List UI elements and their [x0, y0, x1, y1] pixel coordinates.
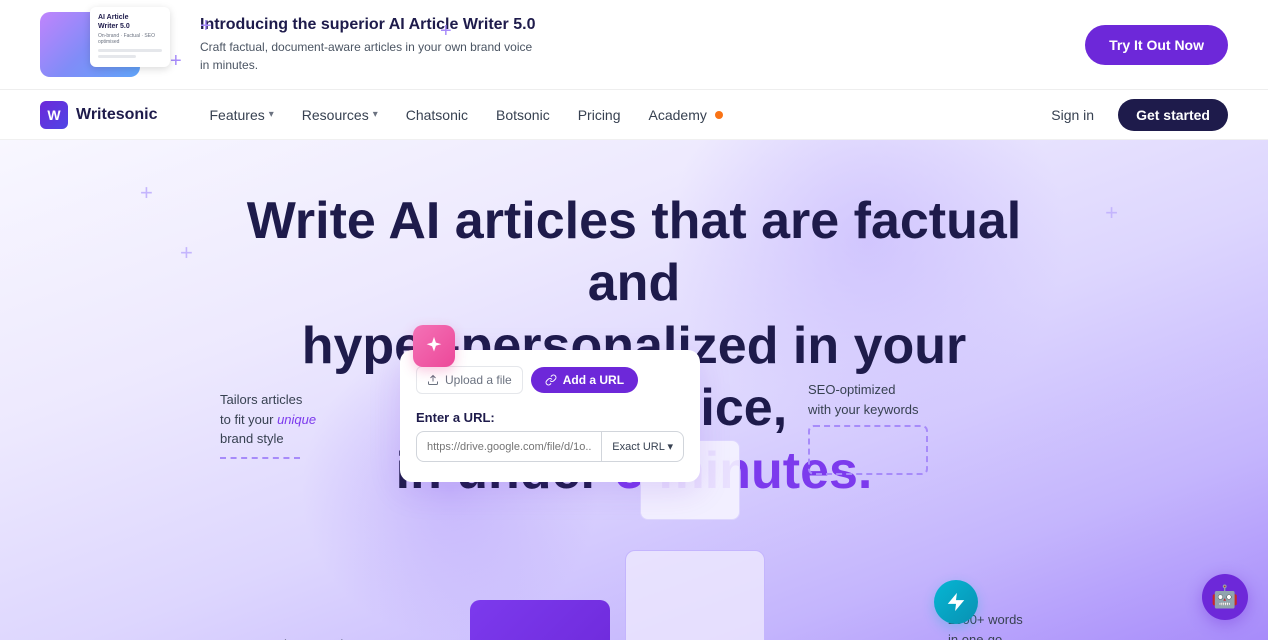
nav-item-academy[interactable]: Academy	[637, 101, 735, 129]
float-icon-sparkle	[413, 325, 455, 367]
deco-plus-3: +	[440, 20, 452, 43]
navbar: W Writesonic Features ▾ Resources ▾ Chat…	[0, 90, 1268, 140]
nav-item-features[interactable]: Features ▾	[198, 101, 286, 129]
bottom-card-purple	[470, 600, 610, 640]
nav-item-chatsonic[interactable]: Chatsonic	[394, 101, 480, 129]
annotation-seo-text: SEO-optimizedwith your keywords	[808, 380, 928, 419]
url-field: Exact URL ▾	[416, 431, 684, 462]
banner-card-bar	[98, 49, 162, 52]
nav-notification-dot	[715, 111, 723, 119]
url-input-container: Enter a URL: Exact URL ▾	[416, 406, 684, 466]
sign-in-button[interactable]: Sign in	[1039, 101, 1106, 129]
banner-illustration: AI ArticleWriter 5.0 On-brand · Factual …	[40, 7, 170, 82]
logo[interactable]: W Writesonic	[40, 101, 158, 129]
url-field-label: Enter a URL:	[416, 410, 684, 425]
chat-bubble-button[interactable]: 🤖	[1202, 574, 1248, 620]
banner-card: AI ArticleWriter 5.0 On-brand · Factual …	[90, 7, 170, 67]
url-input-card: Upload a file Add a URL Enter a URL: Exa…	[400, 350, 700, 482]
nav-item-botsonic[interactable]: Botsonic	[484, 101, 562, 129]
tab-upload-file[interactable]: Upload a file	[416, 366, 523, 394]
nav-label-chatsonic: Chatsonic	[406, 107, 468, 123]
dashed-line-brand	[220, 457, 300, 459]
dashed-rect-seo	[808, 425, 928, 475]
nav-item-resources[interactable]: Resources ▾	[290, 101, 390, 129]
chevron-down-icon: ▾	[269, 109, 274, 120]
get-started-button[interactable]: Get started	[1118, 99, 1228, 131]
hero-headline-1: Write AI articles that are factual and	[247, 192, 1022, 312]
exact-url-button[interactable]: Exact URL ▾	[601, 432, 683, 461]
url-tab-label: Add a URL	[563, 373, 624, 387]
nav-label-botsonic: Botsonic	[496, 107, 550, 123]
banner-card-title: AI ArticleWriter 5.0	[98, 13, 162, 31]
banner-card-bar2	[98, 55, 136, 58]
nav-label-pricing: Pricing	[578, 107, 621, 123]
deco-plus-2: +	[170, 50, 182, 73]
nav-label-features: Features	[210, 107, 265, 123]
sparkle-icon	[423, 335, 445, 357]
deco-plus-1: +	[200, 15, 212, 38]
nav-label-academy: Academy	[649, 107, 707, 123]
annotation-brand-text: Tailors articlesto fit your uniquebrand …	[220, 390, 316, 449]
banner-subtitle: Craft factual, document-aware articles i…	[200, 38, 1045, 74]
logo-text: Writesonic	[76, 106, 158, 124]
nav-label-resources: Resources	[302, 107, 369, 123]
logo-icon: W	[40, 101, 68, 129]
bottom-card-light	[625, 550, 765, 640]
banner-text-block: Introducing the superior AI Article Writ…	[200, 16, 1045, 74]
announcement-banner: + + + AI ArticleWriter 5.0 On-brand · Fa…	[0, 0, 1268, 90]
banner-cta-button[interactable]: Try It Out Now	[1085, 25, 1228, 65]
annotation-brand-highlight: unique	[277, 412, 316, 427]
annotation-brand-style: Tailors articlesto fit your uniquebrand …	[220, 390, 316, 459]
url-text-input[interactable]	[417, 433, 601, 461]
annotation-search: Searches Googlefor accurateInformation	[250, 635, 350, 640]
nav-actions: Sign in Get started	[1039, 99, 1228, 131]
float-icon-lightning	[934, 580, 978, 624]
upload-icon	[427, 374, 439, 386]
annotation-seo: SEO-optimizedwith your keywords	[808, 380, 928, 475]
banner-title: Introducing the superior AI Article Writ…	[200, 16, 1045, 34]
upload-tab-label: Upload a file	[445, 373, 512, 387]
nav-item-pricing[interactable]: Pricing	[566, 101, 633, 129]
chat-icon: 🤖	[1211, 584, 1238, 610]
annotation-search-text: Searches Googlefor accurateInformation	[250, 635, 350, 640]
card-tabs: Upload a file Add a URL	[416, 366, 684, 394]
lightning-icon	[945, 591, 967, 613]
banner-card-subtitle: On-brand · Factual · SEO optimised	[98, 33, 162, 45]
hero-section: + + + Write AI articles that are factual…	[0, 140, 1268, 640]
nav-links: Features ▾ Resources ▾ Chatsonic Botsoni…	[198, 101, 1040, 129]
tab-add-url[interactable]: Add a URL	[531, 367, 638, 393]
chevron-down-icon-2: ▾	[373, 109, 378, 120]
link-icon	[545, 374, 557, 386]
